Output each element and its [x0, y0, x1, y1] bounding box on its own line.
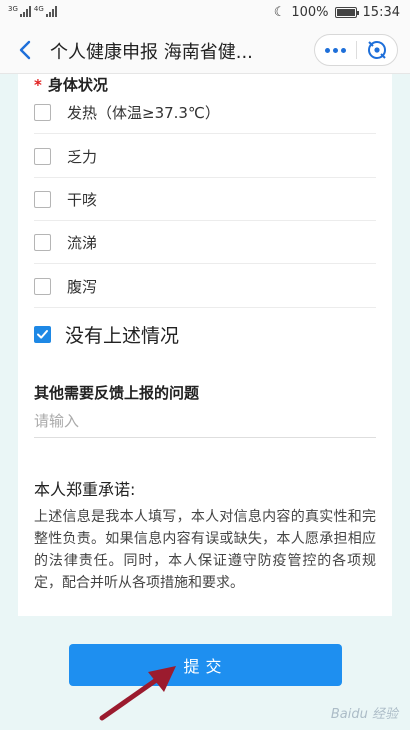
divider [34, 177, 376, 178]
form-card: * 身体状况 发热（体温≥37.3℃） 乏力 干咳 流涕 腹泻 没有上述情况 其他… [18, 74, 392, 616]
divider [34, 307, 376, 308]
checkbox[interactable] [34, 103, 51, 121]
other-issue-label: 其他需要反馈上报的问题 [34, 384, 200, 402]
red-arrow-annotation-icon [99, 666, 176, 721]
more-button[interactable] [315, 35, 356, 65]
option-none-of-above[interactable]: 没有上述情况 [34, 314, 374, 354]
checkbox[interactable] [34, 277, 51, 295]
option-diarrhea[interactable]: 腹泻 [34, 268, 374, 304]
page-title: 个人健康申报 海南省健... [50, 42, 253, 63]
checkbox[interactable] [34, 147, 51, 165]
signal-2-label: 4G [33, 5, 44, 13]
battery-icon [334, 7, 359, 18]
symptoms-title-text: 身体状况 [47, 76, 108, 94]
divider [34, 133, 376, 134]
other-issue-input[interactable] [34, 404, 376, 438]
signal-indicators: 3G 4G [8, 6, 57, 17]
battery-percent: 100% [291, 5, 329, 20]
option-runny-nose[interactable]: 流涕 [34, 224, 374, 260]
chevron-left-icon [19, 40, 31, 60]
close-circle-icon [367, 41, 386, 59]
divider [34, 220, 376, 221]
divider [34, 263, 376, 264]
mini-program-capsule [314, 34, 398, 66]
option-label: 发热（体温≥37.3℃） [67, 103, 220, 122]
option-label: 流涕 [67, 233, 98, 252]
check-icon [37, 329, 48, 339]
watermark: Baidu 经验 [330, 707, 398, 722]
option-label: 腹泻 [67, 277, 98, 296]
signal-1-label: 3G [8, 5, 18, 13]
checkbox-checked[interactable] [34, 325, 51, 343]
nav-bar: 个人健康申报 海南省健... [0, 26, 410, 74]
close-button[interactable] [356, 35, 397, 65]
pledge-title: 本人郑重承诺: [34, 480, 136, 499]
option-label: 干咳 [67, 190, 98, 209]
battery-fill [336, 9, 355, 16]
required-mark: * [34, 76, 42, 94]
back-button[interactable] [12, 36, 40, 64]
clock: 15:34 [362, 5, 400, 20]
option-label: 乏力 [67, 147, 98, 166]
more-dots-icon [324, 47, 330, 53]
moon-icon: ☾ [273, 5, 286, 20]
option-dry-cough[interactable]: 干咳 [34, 181, 374, 217]
signal-icon: 3G [8, 6, 31, 17]
checkbox[interactable] [34, 190, 51, 208]
signal-icon-2: 4G [34, 6, 57, 17]
symptoms-section-title: * 身体状况 [34, 74, 108, 95]
option-fatigue[interactable]: 乏力 [34, 138, 374, 174]
status-bar: 3G 4G ☾ 100% 15:34 [0, 0, 410, 26]
pledge-text: 上述信息是我本人填写，本人对信息内容的真实性和完整性负责。如果信息内容有误或缺失… [34, 509, 376, 591]
option-label: 没有上述情况 [65, 324, 180, 347]
checkbox[interactable] [34, 233, 51, 251]
option-fever[interactable]: 发热（体温≥37.3℃） [34, 94, 374, 130]
status-right: ☾ 100% 15:34 [274, 5, 400, 20]
